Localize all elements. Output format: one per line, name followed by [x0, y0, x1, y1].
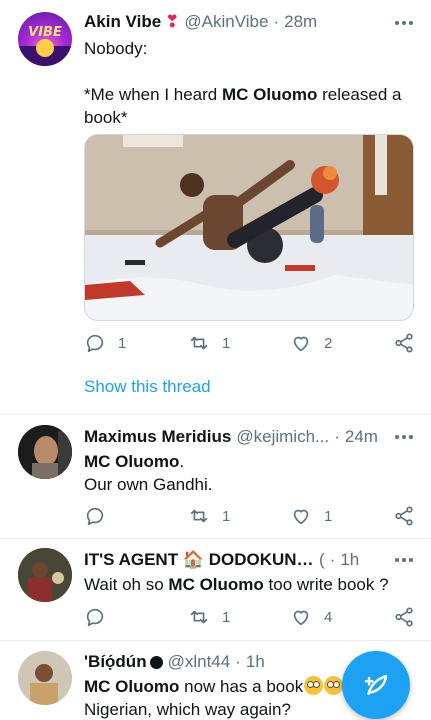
user-handle[interactable]: @xlnt44: [168, 651, 231, 673]
reply-button[interactable]: 1: [84, 331, 126, 355]
retweet-button[interactable]: 1: [188, 331, 230, 355]
retweet-icon: [190, 336, 208, 350]
more-icon[interactable]: [395, 551, 413, 569]
reply-button[interactable]: [84, 504, 106, 528]
more-icon[interactable]: [395, 14, 413, 32]
like-icon: [293, 509, 309, 525]
retweet-icon: [190, 610, 208, 624]
like-count: 2: [324, 334, 333, 352]
like-button[interactable]: 4: [290, 605, 332, 629]
heart-badge-icon: ❣: [165, 12, 180, 31]
timestamp[interactable]: 1h: [246, 651, 265, 673]
tweet-header: IT'S AGENT 🏠 DODOKUNLE 🕒 ( · 1h: [84, 549, 360, 571]
display-name[interactable]: 'Bíọ́dún: [84, 651, 147, 673]
like-icon: [293, 336, 309, 352]
reply-icon: [86, 608, 104, 627]
tweet-header: Akin Vibe ❣ @AkinVibe · 28m: [84, 11, 318, 33]
share-button[interactable]: [393, 504, 415, 528]
user-handle[interactable]: @kejimich...: [236, 426, 329, 448]
user-handle[interactable]: @AkinVibe: [184, 11, 268, 33]
retweet-button[interactable]: 1: [188, 504, 230, 528]
retweet-icon: [190, 509, 208, 523]
share-button[interactable]: [393, 331, 415, 355]
reply-button[interactable]: [84, 605, 106, 629]
reply-icon: [86, 507, 104, 526]
share-icon: [395, 333, 413, 353]
like-button[interactable]: 2: [290, 331, 332, 355]
reply-icon: [86, 334, 104, 353]
avatar[interactable]: [18, 651, 72, 705]
gear-badge-icon: [149, 655, 163, 669]
display-name[interactable]: Maximus Meridius: [84, 426, 231, 448]
display-name[interactable]: IT'S AGENT 🏠 DODOKUNLE 🕒: [84, 549, 314, 571]
avatar[interactable]: [18, 425, 72, 479]
show-thread-link[interactable]: Show this thread: [84, 377, 211, 397]
like-count: 1: [324, 507, 333, 525]
tweet[interactable]: IT'S AGENT 🏠 DODOKUNLE 🕒 ( · 1h Wait oh …: [0, 539, 431, 640]
tweet-text: MC Oluomo. Our own Gandhi.: [84, 452, 213, 494]
tweet[interactable]: Maximus Meridius @kejimich... · 24m MC O…: [0, 415, 431, 538]
media-image: [85, 135, 413, 320]
like-button[interactable]: 1: [290, 504, 332, 528]
tweet-actions: 1 4: [84, 605, 416, 629]
more-icon[interactable]: [395, 428, 413, 446]
tweet-text: Nobody: *Me when I heard MC Oluomo relea…: [84, 39, 402, 127]
avatar-logo-text: VIBE: [28, 25, 62, 40]
timestamp[interactable]: 28m: [284, 11, 317, 33]
share-icon: [395, 607, 413, 627]
avatar[interactable]: [18, 548, 72, 602]
tweet-actions: 1 1 2: [84, 331, 416, 355]
retweet-count: 1: [222, 334, 231, 352]
tweet-header: Maximus Meridius @kejimich... · 24m: [84, 426, 378, 448]
tweet-actions: 1 1: [84, 504, 416, 528]
share-button[interactable]: [393, 605, 415, 629]
compose-tweet-button[interactable]: [342, 651, 410, 719]
tweet-text: Wait oh so MC Oluomo too write book ?: [84, 575, 389, 594]
like-icon: [293, 610, 309, 626]
share-icon: [395, 506, 413, 526]
flushed-face-icon: [324, 676, 344, 695]
retweet-count: 1: [222, 507, 231, 525]
reply-count: 1: [118, 334, 127, 352]
display-name[interactable]: Akin Vibe: [84, 11, 161, 33]
like-count: 4: [324, 608, 333, 626]
tweet-media[interactable]: [84, 134, 414, 321]
timestamp[interactable]: 1h: [340, 549, 359, 571]
user-handle[interactable]: (: [319, 549, 325, 571]
compose-tweet-icon: [364, 675, 388, 695]
avatar[interactable]: VIBE: [18, 12, 72, 66]
flushed-face-icon: [304, 676, 324, 695]
tweet[interactable]: VIBE Akin Vibe ❣ @AkinVibe · 28m Nobody:…: [0, 0, 431, 414]
retweet-button[interactable]: 1: [188, 605, 230, 629]
retweet-count: 1: [222, 608, 231, 626]
timestamp[interactable]: 24m: [345, 426, 378, 448]
